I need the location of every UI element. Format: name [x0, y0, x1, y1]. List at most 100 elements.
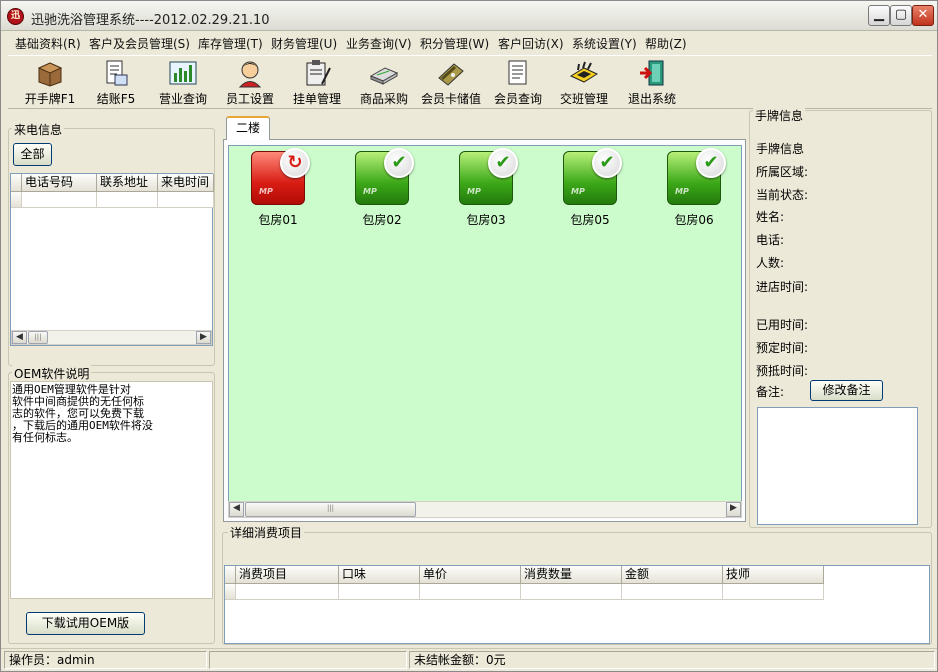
row-header[interactable]	[11, 192, 22, 208]
purchase-button[interactable]: 商品采购	[359, 58, 409, 107]
scroll-right-arrow-icon[interactable]: ▶	[726, 502, 741, 517]
row-header-corner	[11, 174, 22, 192]
info-label-name: 姓名:	[756, 210, 785, 224]
scroll-left-arrow-icon[interactable]: ◀	[229, 502, 244, 517]
chart-icon	[169, 61, 197, 85]
room-tile[interactable]: MP ↻ 包房01	[243, 148, 313, 228]
caller-grid-hscrollbar[interactable]: ◀ ||| ▶	[11, 330, 212, 345]
member-query-button[interactable]: 会员查询	[492, 58, 544, 107]
room-icon-text: MP	[259, 187, 273, 196]
column-call-time[interactable]: 来电时间	[158, 174, 214, 192]
show-all-button[interactable]: 全部	[13, 143, 52, 166]
info-label-area: 所属区域:	[756, 165, 809, 179]
room-icon-text: MP	[363, 187, 377, 196]
room-name: 包房01	[258, 213, 298, 227]
menu-business-query[interactable]: 业务查询(V)	[346, 35, 412, 52]
checkout-button[interactable]: 结账F5	[96, 58, 136, 107]
exit-system-label: 退出系统	[627, 92, 676, 106]
menu-system-settings[interactable]: 系统设置(Y)	[572, 35, 637, 52]
room-free-icon: MP ✔	[667, 148, 726, 205]
column-technician[interactable]: 技师	[723, 566, 824, 584]
member-card-topup-button[interactable]: 会员卡储值	[420, 58, 482, 107]
minimize-button[interactable]: ▁	[868, 5, 890, 26]
menu-help[interactable]: 帮助(Z)	[645, 35, 687, 52]
menu-points[interactable]: 积分管理(W)	[420, 35, 489, 52]
restore-button[interactable]: ▢	[890, 5, 912, 26]
scroll-thumb[interactable]: |||	[28, 331, 48, 344]
edit-remark-button[interactable]: 修改备注	[810, 380, 883, 401]
scroll-left-arrow-icon[interactable]: ◀	[12, 331, 27, 344]
scroll-thumb[interactable]: |||	[245, 502, 416, 517]
sales-query-button[interactable]: 营业查询	[158, 58, 208, 107]
grid-cell[interactable]	[158, 192, 214, 208]
room-free-icon: MP ✔	[459, 148, 518, 205]
tab-floor-2[interactable]: 二楼	[226, 116, 270, 140]
document-icon	[508, 60, 527, 85]
exit-door-icon	[640, 60, 664, 86]
caller-grid[interactable]: 电话号码 联系地址 来电时间 ◀ ||| ▶	[10, 173, 214, 346]
status-unsettled-amount: 未结帐金额：0元	[409, 651, 935, 669]
oem-title: OEM软件说明	[12, 365, 92, 382]
row-header[interactable]	[225, 584, 236, 600]
menu-customer-followup[interactable]: 客户回访(X)	[498, 35, 564, 52]
details-grid[interactable]: 消费项目 口味 单价 消费数量 金额 技师	[224, 565, 930, 644]
column-amount[interactable]: 金额	[622, 566, 723, 584]
menu-basic-data[interactable]: 基础资料(R)	[15, 35, 81, 52]
column-quantity[interactable]: 消费数量	[521, 566, 622, 584]
check-icon: ✔	[592, 148, 622, 178]
status-empty	[209, 651, 407, 669]
product-icon	[369, 67, 399, 85]
grid-cell[interactable]	[622, 584, 723, 600]
column-item[interactable]: 消费项目	[236, 566, 339, 584]
room-free-icon: MP ✔	[355, 148, 414, 205]
menu-finance[interactable]: 财务管理(U)	[271, 35, 337, 52]
details-title: 详细消费项目	[228, 524, 305, 541]
pending-orders-button[interactable]: 挂单管理	[292, 58, 342, 107]
room-area-hscrollbar[interactable]: ◀ ||| ▶	[228, 501, 742, 518]
oem-text-box[interactable]: 通用OEM管理软件是针对 软件中间商提供的无任何标 志的软件，您可以免费下载 ，…	[10, 381, 213, 599]
room-tile[interactable]: MP ✔ 包房05	[555, 148, 625, 228]
check-icon: ✔	[488, 148, 518, 178]
close-button[interactable]: ✕	[912, 5, 934, 26]
room-tile[interactable]: MP ✔ 包房02	[347, 148, 417, 228]
info-label-arrival-time: 预抵时间:	[756, 364, 809, 378]
info-label-used-time: 已用时间:	[756, 318, 809, 332]
grid-cell[interactable]	[521, 584, 622, 600]
menu-inventory[interactable]: 库存管理(T)	[198, 35, 263, 52]
grid-cell[interactable]	[97, 192, 158, 208]
column-phone[interactable]: 电话号码	[22, 174, 97, 192]
status-operator: 操作员：admin	[4, 651, 207, 669]
shift-handover-label: 交班管理	[559, 92, 608, 106]
room-name: 包房06	[674, 213, 714, 227]
oem-description: 通用OEM管理软件是针对 软件中间商提供的无任何标 志的软件，您可以免费下载 ，…	[12, 383, 153, 444]
title-bar[interactable]: 迅 迅驰洗浴管理系统----2012.02.29.21.10 ▁ ▢ ✕	[1, 1, 937, 31]
check-icon: ✔	[696, 148, 726, 178]
open-wristband-label: 开手牌F1	[24, 92, 76, 106]
room-icon-text: MP	[571, 187, 585, 196]
grid-cell[interactable]	[420, 584, 521, 600]
clipboard-icon	[306, 60, 331, 86]
scroll-right-arrow-icon[interactable]: ▶	[196, 331, 211, 344]
column-address[interactable]: 联系地址	[97, 174, 158, 192]
grid-cell[interactable]	[723, 584, 824, 600]
exit-system-button[interactable]: 退出系统	[626, 58, 678, 107]
pending-orders-label: 挂单管理	[292, 92, 341, 106]
column-flavor[interactable]: 口味	[339, 566, 420, 584]
grid-cell[interactable]	[22, 192, 97, 208]
column-unit-price[interactable]: 单价	[420, 566, 521, 584]
open-wristband-button[interactable]: 开手牌F1	[24, 58, 76, 107]
room-tile[interactable]: MP ✔ 包房03	[451, 148, 521, 228]
menu-customer-member[interactable]: 客户及会员管理(S)	[89, 35, 190, 52]
window-title: 迅驰洗浴管理系统----2012.02.29.21.10	[31, 13, 270, 28]
room-icon-text: MP	[675, 187, 689, 196]
room-name: 包房05	[570, 213, 610, 227]
sales-query-label: 营业查询	[158, 92, 207, 106]
grid-cell[interactable]	[236, 584, 339, 600]
download-oem-button[interactable]: 下载试用OEM版	[26, 612, 145, 635]
grid-cell[interactable]	[339, 584, 420, 600]
staff-settings-button[interactable]: 员工设置	[225, 58, 275, 107]
shift-handover-button[interactable]: 交班管理	[558, 58, 610, 107]
member-query-label: 会员查询	[493, 92, 542, 106]
room-tile[interactable]: MP ✔ 包房06	[659, 148, 729, 228]
remark-textarea[interactable]	[757, 407, 918, 525]
